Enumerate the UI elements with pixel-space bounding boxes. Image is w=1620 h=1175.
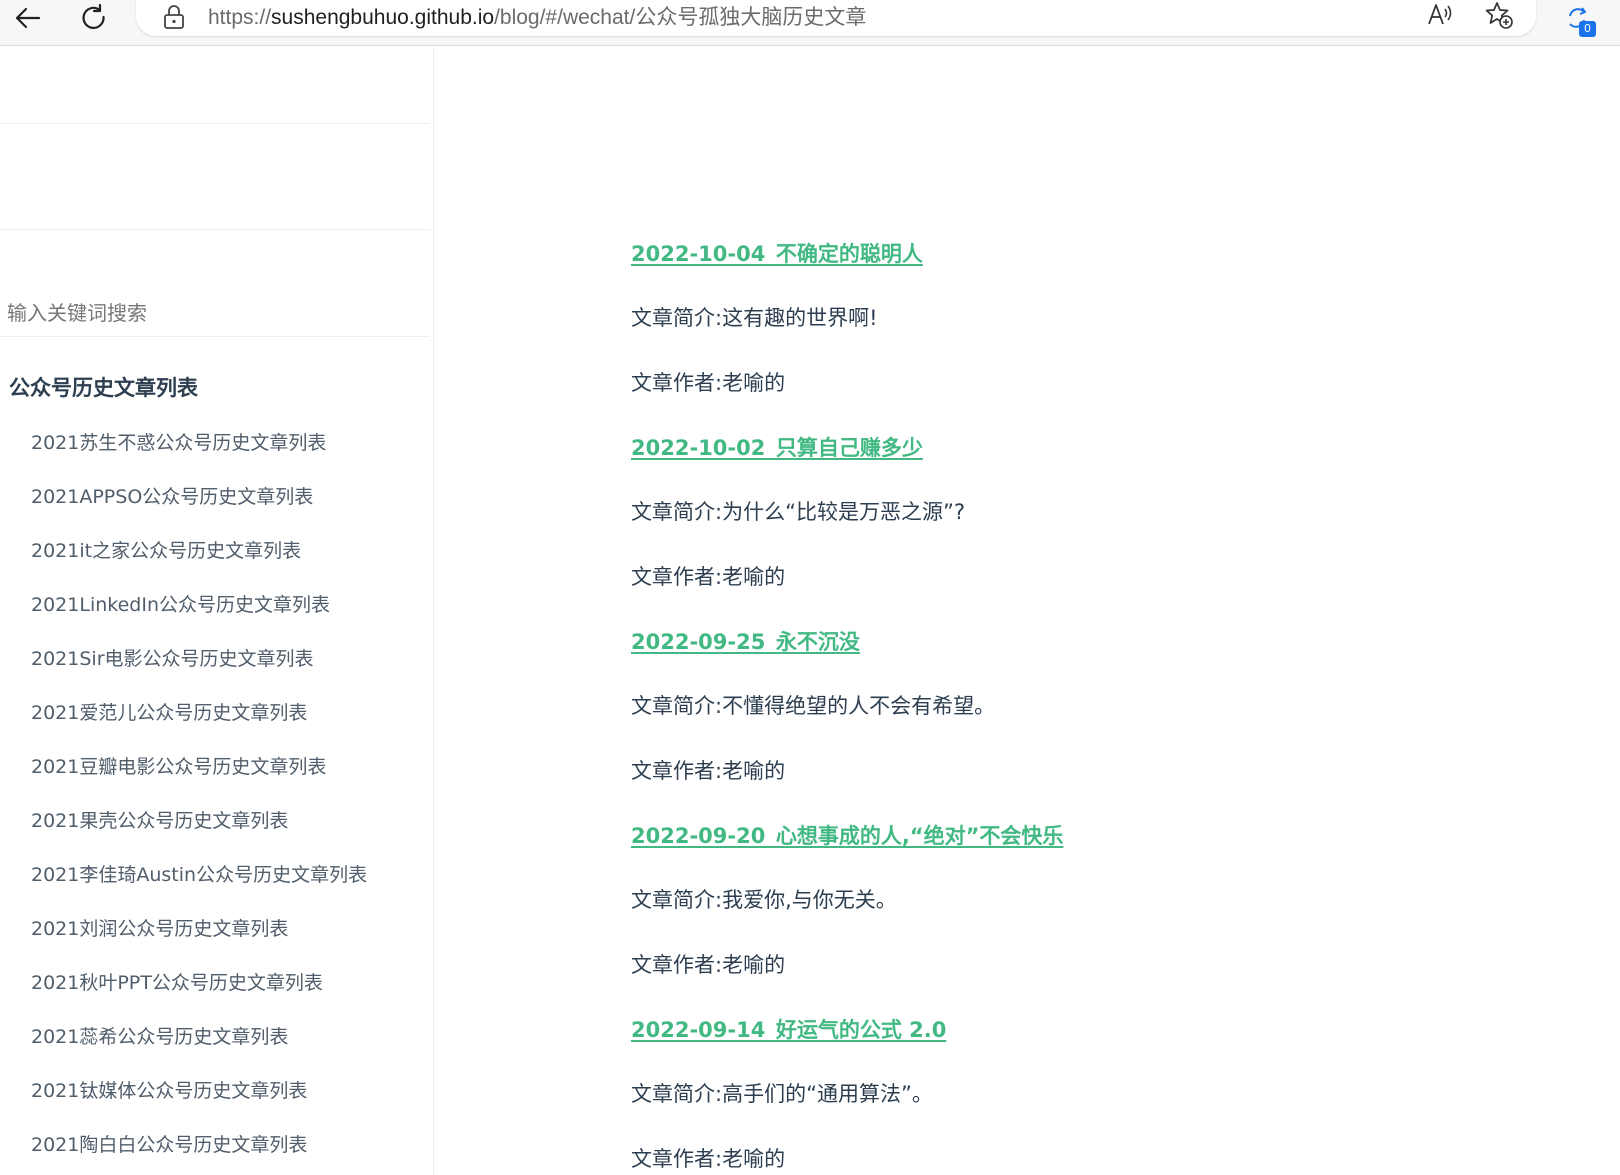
article-title-link[interactable]: 2022-10-02_只算自己赚多少 [631, 428, 1591, 492]
article-summary: 文章简介:我爱你,与你无关。 [631, 888, 897, 912]
article-entry: 2022-10-02_只算自己赚多少 文章简介:为什么“比较是万恶之源”? 文章… [631, 428, 1591, 622]
article-title-link[interactable]: 2022-09-14_好运气的公式 2.0 [631, 1010, 1591, 1074]
sidebar-item[interactable]: 2021LinkedIn公众号历史文章列表 [31, 590, 367, 644]
sidebar-item[interactable]: 2021豆瓣电影公众号历史文章列表 [31, 752, 367, 806]
article-title-link[interactable]: 2022-09-20_心想事成的人,“绝对”不会快乐 [631, 816, 1591, 880]
lock-icon[interactable] [162, 4, 186, 30]
article-list: 2022-10-04_不确定的聪明人 文章简介:这有趣的世界啊! 文章作者:老喻… [631, 234, 1591, 1175]
article-entry: 2022-09-25_永不沉没 文章简介:不懂得绝望的人不会有希望。 文章作者:… [631, 622, 1591, 816]
article-summary: 文章简介:高手们的“通用算法”。 [631, 1082, 933, 1106]
search-input[interactable] [0, 278, 430, 348]
sidebar-divider [0, 229, 430, 230]
article-summary: 文章简介:为什么“比较是万恶之源”? [631, 500, 965, 524]
sidebar-item[interactable]: 2021爱范儿公众号历史文章列表 [31, 698, 367, 752]
sidebar-item[interactable]: 2021秋叶PPT公众号历史文章列表 [31, 968, 367, 1022]
reload-button[interactable] [72, 0, 116, 36]
article-title-link[interactable]: 2022-09-25_永不沉没 [631, 622, 1591, 686]
read-aloud-icon[interactable] [1426, 0, 1456, 28]
url-host: sushengbuhuo.github.io [271, 6, 495, 29]
address-bar[interactable]: https://sushengbuhuo.github.io/blog/#/we… [136, 0, 1536, 36]
sidebar-item[interactable]: 2021钛媒体公众号历史文章列表 [31, 1076, 367, 1130]
article-entry: 2022-09-20_心想事成的人,“绝对”不会快乐 文章简介:我爱你,与你无关… [631, 816, 1591, 1010]
article-entry: 2022-09-14_好运气的公式 2.0 文章简介:高手们的“通用算法”。 文… [631, 1010, 1591, 1175]
article-summary: 文章简介:这有趣的世界啊! [631, 306, 878, 330]
sidebar-item[interactable]: 2021刘润公众号历史文章列表 [31, 914, 367, 968]
sidebar-item[interactable]: 2021Sir电影公众号历史文章列表 [31, 644, 367, 698]
article-author: 文章作者:老喻的 [631, 565, 786, 589]
extensions-badge: 0 [1579, 21, 1596, 37]
url-text[interactable]: https://sushengbuhuo.github.io/blog/#/we… [208, 1, 866, 31]
sidebar-divider [0, 123, 430, 124]
sidebar-item[interactable]: 2021蕊希公众号历史文章列表 [31, 1022, 367, 1076]
sidebar-item[interactable]: 2021陶白白公众号历史文章列表 [31, 1130, 367, 1175]
article-title-link[interactable]: 2022-10-04_不确定的聪明人 [631, 234, 1591, 298]
sidebar: 公众号历史文章列表 2021苏生不惑公众号历史文章列表 2021APPSO公众号… [0, 46, 434, 1175]
article-author: 文章作者:老喻的 [631, 1147, 786, 1171]
browser-toolbar: https://sushengbuhuo.github.io/blog/#/we… [0, 0, 1620, 46]
sidebar-item[interactable]: 2021李佳琦Austin公众号历史文章列表 [31, 860, 367, 914]
sidebar-item[interactable]: 2021APPSO公众号历史文章列表 [31, 482, 367, 536]
sidebar-item[interactable]: 2021苏生不惑公众号历史文章列表 [31, 428, 367, 482]
reload-icon [82, 3, 105, 29]
sidebar-divider [0, 336, 430, 337]
url-path: /blog/#/wechat/公众号孤独大脑历史文章 [494, 6, 867, 29]
sidebar-item[interactable]: 2021果壳公众号历史文章列表 [31, 806, 367, 860]
back-arrow-icon [15, 7, 41, 29]
article-author: 文章作者:老喻的 [631, 371, 786, 395]
article-author: 文章作者:老喻的 [631, 759, 786, 783]
back-button[interactable] [6, 0, 50, 36]
article-summary: 文章简介:不懂得绝望的人不会有希望。 [631, 694, 996, 718]
sidebar-heading: 公众号历史文章列表 [9, 376, 198, 400]
favorite-star-icon[interactable] [1484, 0, 1514, 30]
sidebar-list: 2021苏生不惑公众号历史文章列表 2021APPSO公众号历史文章列表 202… [31, 428, 367, 1175]
article-author: 文章作者:老喻的 [631, 953, 786, 977]
sidebar-item[interactable]: 2021it之家公众号历史文章列表 [31, 536, 367, 590]
article-entry: 2022-10-04_不确定的聪明人 文章简介:这有趣的世界啊! 文章作者:老喻… [631, 234, 1591, 428]
url-prefix: https:// [208, 6, 272, 29]
